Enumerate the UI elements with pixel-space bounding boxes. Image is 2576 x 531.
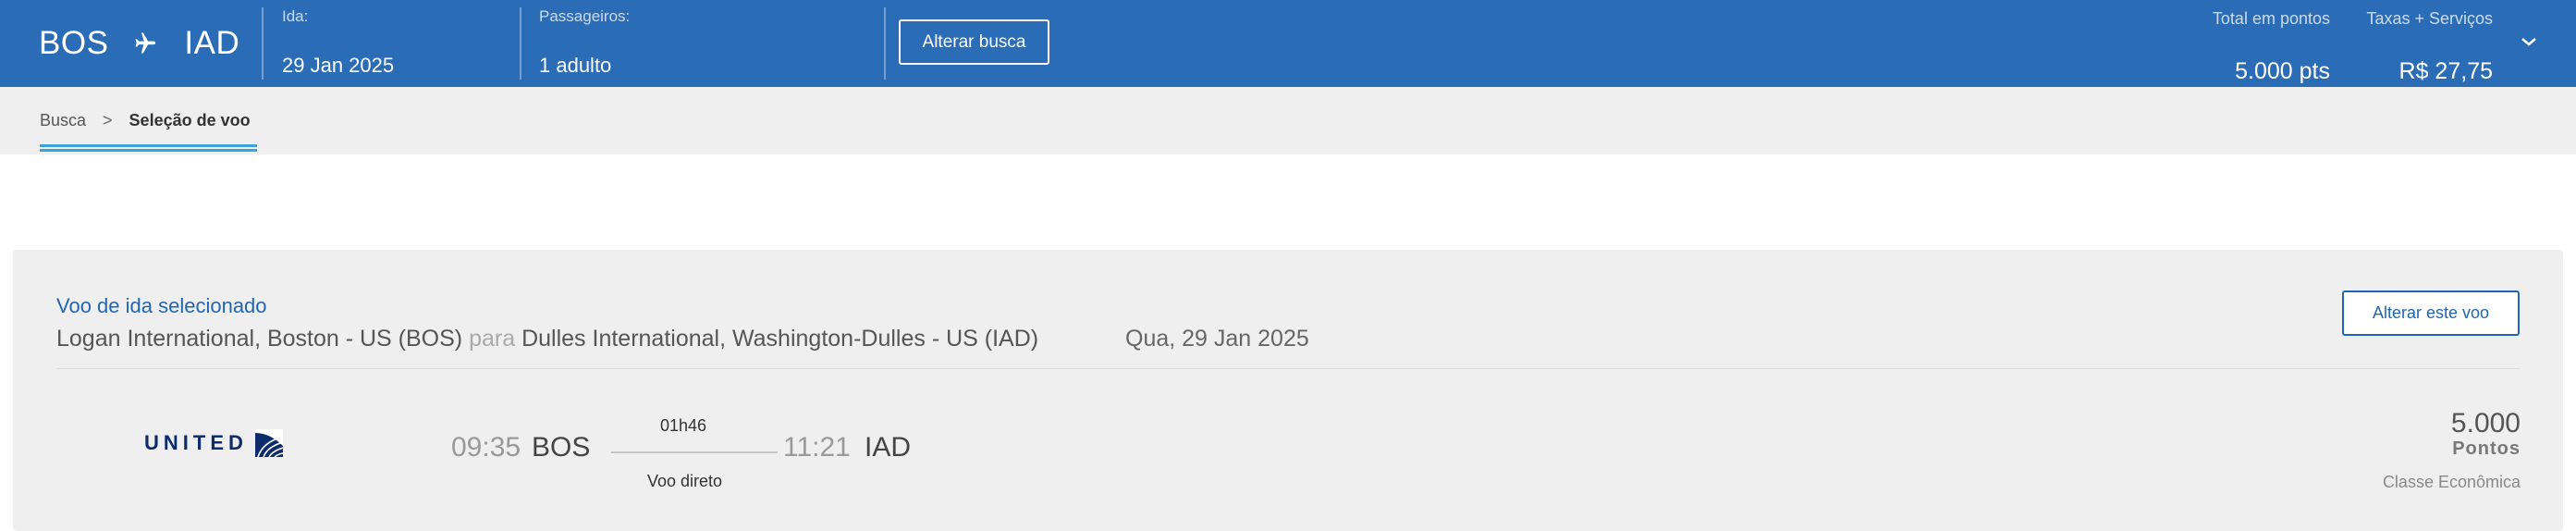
destination-airport: Dulles International, Washington-Dulles … (521, 326, 1039, 352)
departure-time: 09:35 (451, 432, 521, 463)
flight-points-value: 5.000 (2450, 408, 2521, 438)
united-globe-icon (254, 429, 283, 457)
departure-date-label: Ida: (282, 7, 309, 25)
breadcrumb: Busca > Seleção de voo (40, 111, 251, 130)
departure-airport-code: BOS (532, 432, 591, 463)
destination-code: IAD (184, 25, 240, 61)
flight-stops: Voo direto (647, 472, 723, 490)
passengers-value: 1 adulto (539, 54, 612, 77)
flight-route-description: Logan International, Boston - US (BOS) p… (56, 326, 1038, 352)
airline-logo: UNITED (144, 429, 283, 457)
change-flight-button[interactable]: Alterar este voo (2342, 290, 2520, 336)
airplane-icon (135, 32, 156, 54)
chevron-down-icon[interactable] (2519, 33, 2539, 50)
passengers-field: Passageiros: 1 adulto (539, 7, 630, 78)
total-points-value: 5.000 pts (2235, 58, 2330, 84)
breadcrumb-bar: Busca > Seleção de voo (0, 87, 2576, 154)
fees-label: Taxas + Serviços (2366, 9, 2493, 28)
origin-airport: Logan International, Boston - US (BOS) (56, 326, 463, 352)
flight-points-label: Pontos (2452, 438, 2521, 459)
card-divider (56, 368, 2520, 369)
origin-code: BOS (39, 25, 109, 61)
search-summary-header: BOS IAD Ida: 29 Jan 2025 Passageiros: 1 … (0, 0, 2576, 87)
total-points-label: Total em pontos (2212, 9, 2330, 28)
flight-date: Qua, 29 Jan 2025 (1125, 326, 1309, 352)
departure-date-field: Ida: 29 Jan 2025 (282, 7, 394, 78)
fees-total: Taxas + Serviços R$ 27,75 (2366, 9, 2493, 85)
passengers-label: Passageiros: (539, 7, 631, 25)
breadcrumb-active-indicator (40, 144, 257, 152)
flight-duration: 01h46 (660, 416, 707, 435)
selected-flight-title: Voo de ida selecionado (56, 294, 267, 317)
fees-value: R$ 27,75 (2398, 58, 2493, 84)
arrival-airport-code: IAD (865, 432, 912, 463)
total-points: Total em pontos 5.000 pts (2213, 9, 2330, 85)
arrival-time: 11:21 (783, 432, 851, 463)
header-divider (520, 7, 521, 80)
cabin-class: Classe Econômica (2382, 473, 2521, 491)
route-summary: BOS IAD (39, 20, 239, 67)
breadcrumb-separator: > (103, 111, 113, 130)
change-search-button[interactable]: Alterar busca (899, 19, 1049, 65)
header-divider (262, 7, 264, 80)
breadcrumb-item-flight-selection: Seleção de voo (129, 111, 251, 130)
flight-path-line (611, 451, 778, 453)
route-connector: para (469, 326, 516, 352)
header-divider (884, 7, 886, 80)
airline-name: UNITED (144, 431, 248, 454)
departure-date-value: 29 Jan 2025 (282, 54, 395, 77)
selected-flight-card: Voo de ida selecionado Logan Internation… (13, 250, 2563, 531)
breadcrumb-item-search[interactable]: Busca (40, 111, 86, 130)
